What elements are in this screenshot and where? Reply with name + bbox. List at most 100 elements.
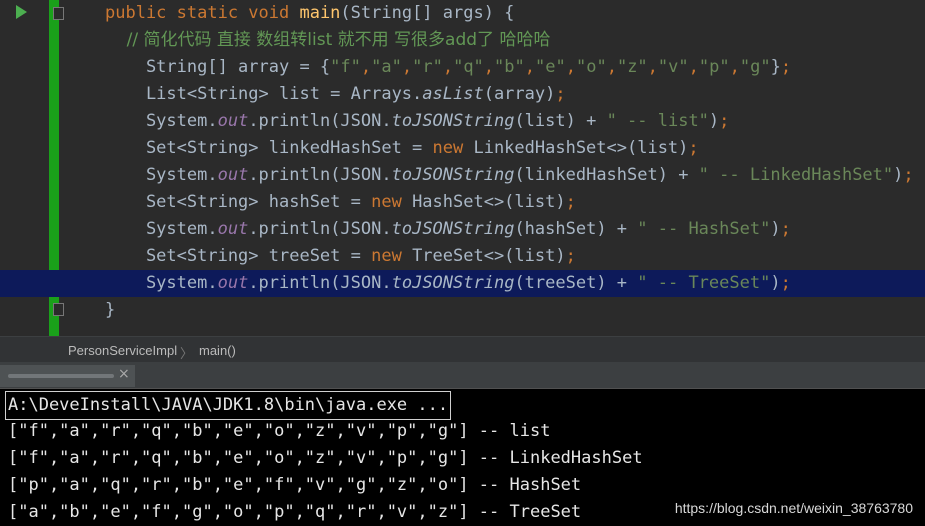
code-token: "r" <box>412 57 443 77</box>
code-token: HashSet<>(list) <box>412 192 566 212</box>
code-text: String[] array = {"f","a","r","q","b","e… <box>105 54 791 81</box>
code-token: .println(JSON. <box>248 273 392 293</box>
code-text: List<String> list = Arrays.asList(array)… <box>105 81 566 108</box>
code-line[interactable]: String[] array = {"f","a","r","q","b","e… <box>0 54 925 81</box>
code-editor[interactable]: public static void main(String[] args) {… <box>0 0 925 336</box>
code-token: System. <box>105 165 218 185</box>
code-token: } <box>770 57 781 77</box>
code-token: "p" <box>698 57 730 77</box>
code-line[interactable]: System.out.println(JSON.toJSONString(tre… <box>0 270 925 297</box>
run-tab-label-redacted <box>8 374 114 378</box>
code-line[interactable]: System.out.println(JSON.toJSONString(has… <box>0 216 925 243</box>
breadcrumb: PersonServiceImpl 〉 main() <box>0 336 925 363</box>
code-token: // 简化代码 直接 数组转list 就不用 写很多add了 哈哈哈 <box>105 30 551 50</box>
code-line[interactable]: System.out.println(JSON.toJSONString(lin… <box>0 162 925 189</box>
console-command-line[interactable]: A:\DeveInstall\JAVA\JDK1.8\bin\java.exe … <box>5 391 452 420</box>
code-text: } <box>105 297 115 324</box>
code-token: Set<String> hashSet = <box>105 192 372 212</box>
run-tab[interactable]: × <box>0 365 135 387</box>
code-token: (String[] args) { <box>340 3 515 23</box>
code-token: "e" <box>535 57 566 77</box>
code-line[interactable]: Set<String> linkedHashSet = new LinkedHa… <box>0 135 925 162</box>
code-token: , <box>360 57 372 77</box>
code-token: TreeSet<>(list) <box>412 246 566 266</box>
code-token: ; <box>565 246 576 266</box>
code-token: "q" <box>453 57 484 77</box>
code-token: , <box>606 57 617 77</box>
code-token: ; <box>780 273 791 293</box>
code-token: System. <box>105 111 218 131</box>
code-text: System.out.println(JSON.toJSONString(has… <box>105 216 791 243</box>
code-text: System.out.println(JSON.toJSONString(lin… <box>105 162 914 189</box>
code-token: ; <box>565 192 576 212</box>
code-token: , <box>524 57 536 77</box>
code-token: "f" <box>330 57 361 77</box>
code-token: toJSONString <box>391 219 515 239</box>
code-token: out <box>217 273 249 293</box>
code-token: .println(JSON. <box>248 165 392 185</box>
code-line[interactable]: } <box>0 297 925 324</box>
code-token: out <box>217 165 249 185</box>
code-text: System.out.println(JSON.toJSONString(tre… <box>105 270 791 297</box>
code-token: ; <box>780 219 791 239</box>
code-token: new <box>371 192 413 212</box>
code-token: public static void <box>105 3 300 23</box>
code-token: asList <box>422 84 484 104</box>
code-token: } <box>105 300 116 320</box>
code-token: new <box>371 246 413 266</box>
code-line[interactable]: List<String> list = Arrays.asList(array)… <box>0 81 925 108</box>
code-text: Set<String> treeSet = new TreeSet<>(list… <box>105 243 576 270</box>
breadcrumb-method[interactable]: main() <box>199 343 236 358</box>
breadcrumb-separator: 〉 <box>180 346 194 361</box>
code-token: main <box>299 3 341 23</box>
code-token: out <box>217 111 249 131</box>
code-token: (hashSet) + <box>514 219 638 239</box>
code-token: , <box>442 57 454 77</box>
code-token: ) <box>708 111 720 131</box>
code-token: .println(JSON. <box>248 111 392 131</box>
console-output-line: ["f","a","r","q","b","e","o","z","v","p"… <box>8 421 551 441</box>
code-token: toJSONString <box>391 165 515 185</box>
code-text: Set<String> linkedHashSet = new LinkedHa… <box>105 135 699 162</box>
code-token: String[] array = { <box>105 57 331 77</box>
code-line[interactable]: public static void main(String[] args) { <box>0 0 925 27</box>
code-token: , <box>729 57 740 77</box>
code-token: , <box>401 57 413 77</box>
code-token: " -- TreeSet" <box>637 273 771 293</box>
code-token: "g" <box>739 57 771 77</box>
code-text: // 简化代码 直接 数组转list 就不用 写很多add了 哈哈哈 <box>105 27 551 54</box>
code-token: toJSONString <box>391 273 515 293</box>
breadcrumb-class[interactable]: PersonServiceImpl <box>68 343 177 358</box>
close-icon[interactable]: × <box>118 366 130 382</box>
code-token: System. <box>105 273 218 293</box>
code-token: "b" <box>494 57 525 77</box>
code-token: ; <box>719 111 730 131</box>
code-line[interactable]: System.out.println(JSON.toJSONString(lis… <box>0 108 925 135</box>
code-line[interactable]: Set<String> hashSet = new HashSet<>(list… <box>0 189 925 216</box>
code-token: ; <box>780 57 792 77</box>
code-token: , <box>483 57 495 77</box>
code-token: .println(JSON. <box>248 219 392 239</box>
code-token: "a" <box>371 57 402 77</box>
code-token: List<String> list = Arrays. <box>105 84 423 104</box>
code-token: " -- HashSet" <box>637 219 771 239</box>
console-output-line: ["p","a","q","r","b","e","f","v","g","z"… <box>8 475 582 495</box>
code-token: ) <box>770 273 781 293</box>
console-output-line: ["f","a","r","q","b","e","o","z","v","p"… <box>8 448 643 468</box>
watermark: https://blog.csdn.net/weixin_38763780 <box>674 500 913 516</box>
code-token: " -- list" <box>606 111 709 131</box>
code-text: public static void main(String[] args) { <box>105 0 514 27</box>
code-token: , <box>688 57 699 77</box>
code-token: (list) + <box>514 111 607 131</box>
code-token: ; <box>555 84 566 104</box>
code-token: LinkedHashSet<>(list) <box>473 138 689 158</box>
code-token: " -- LinkedHashSet" <box>698 165 894 185</box>
code-token: Set<String> treeSet = <box>105 246 372 266</box>
code-token: out <box>217 219 249 239</box>
code-token: ) <box>893 165 904 185</box>
code-token: ; <box>688 138 699 158</box>
console-output-line: ["a","b","e","f","g","o","p","q","r","v"… <box>8 502 582 522</box>
code-text: Set<String> hashSet = new HashSet<>(list… <box>105 189 576 216</box>
code-line[interactable]: Set<String> treeSet = new TreeSet<>(list… <box>0 243 925 270</box>
code-line[interactable]: // 简化代码 直接 数组转list 就不用 写很多add了 哈哈哈 <box>0 27 925 54</box>
